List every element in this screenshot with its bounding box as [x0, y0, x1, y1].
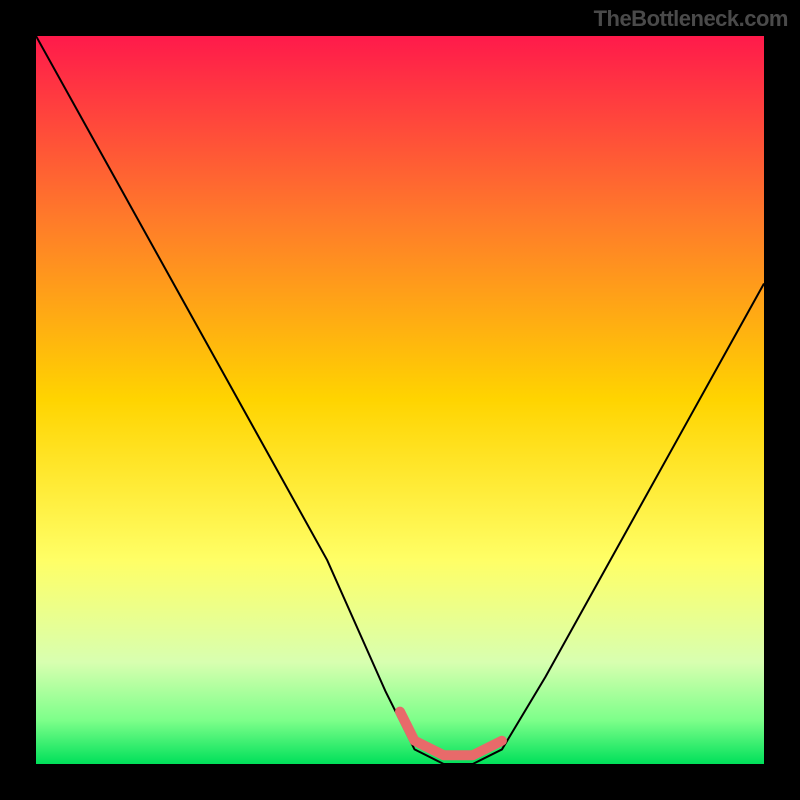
watermark-text: TheBottleneck.com [594, 6, 788, 32]
chart-svg [36, 36, 764, 764]
gradient-background [36, 36, 764, 764]
bottleneck-chart [36, 36, 764, 764]
